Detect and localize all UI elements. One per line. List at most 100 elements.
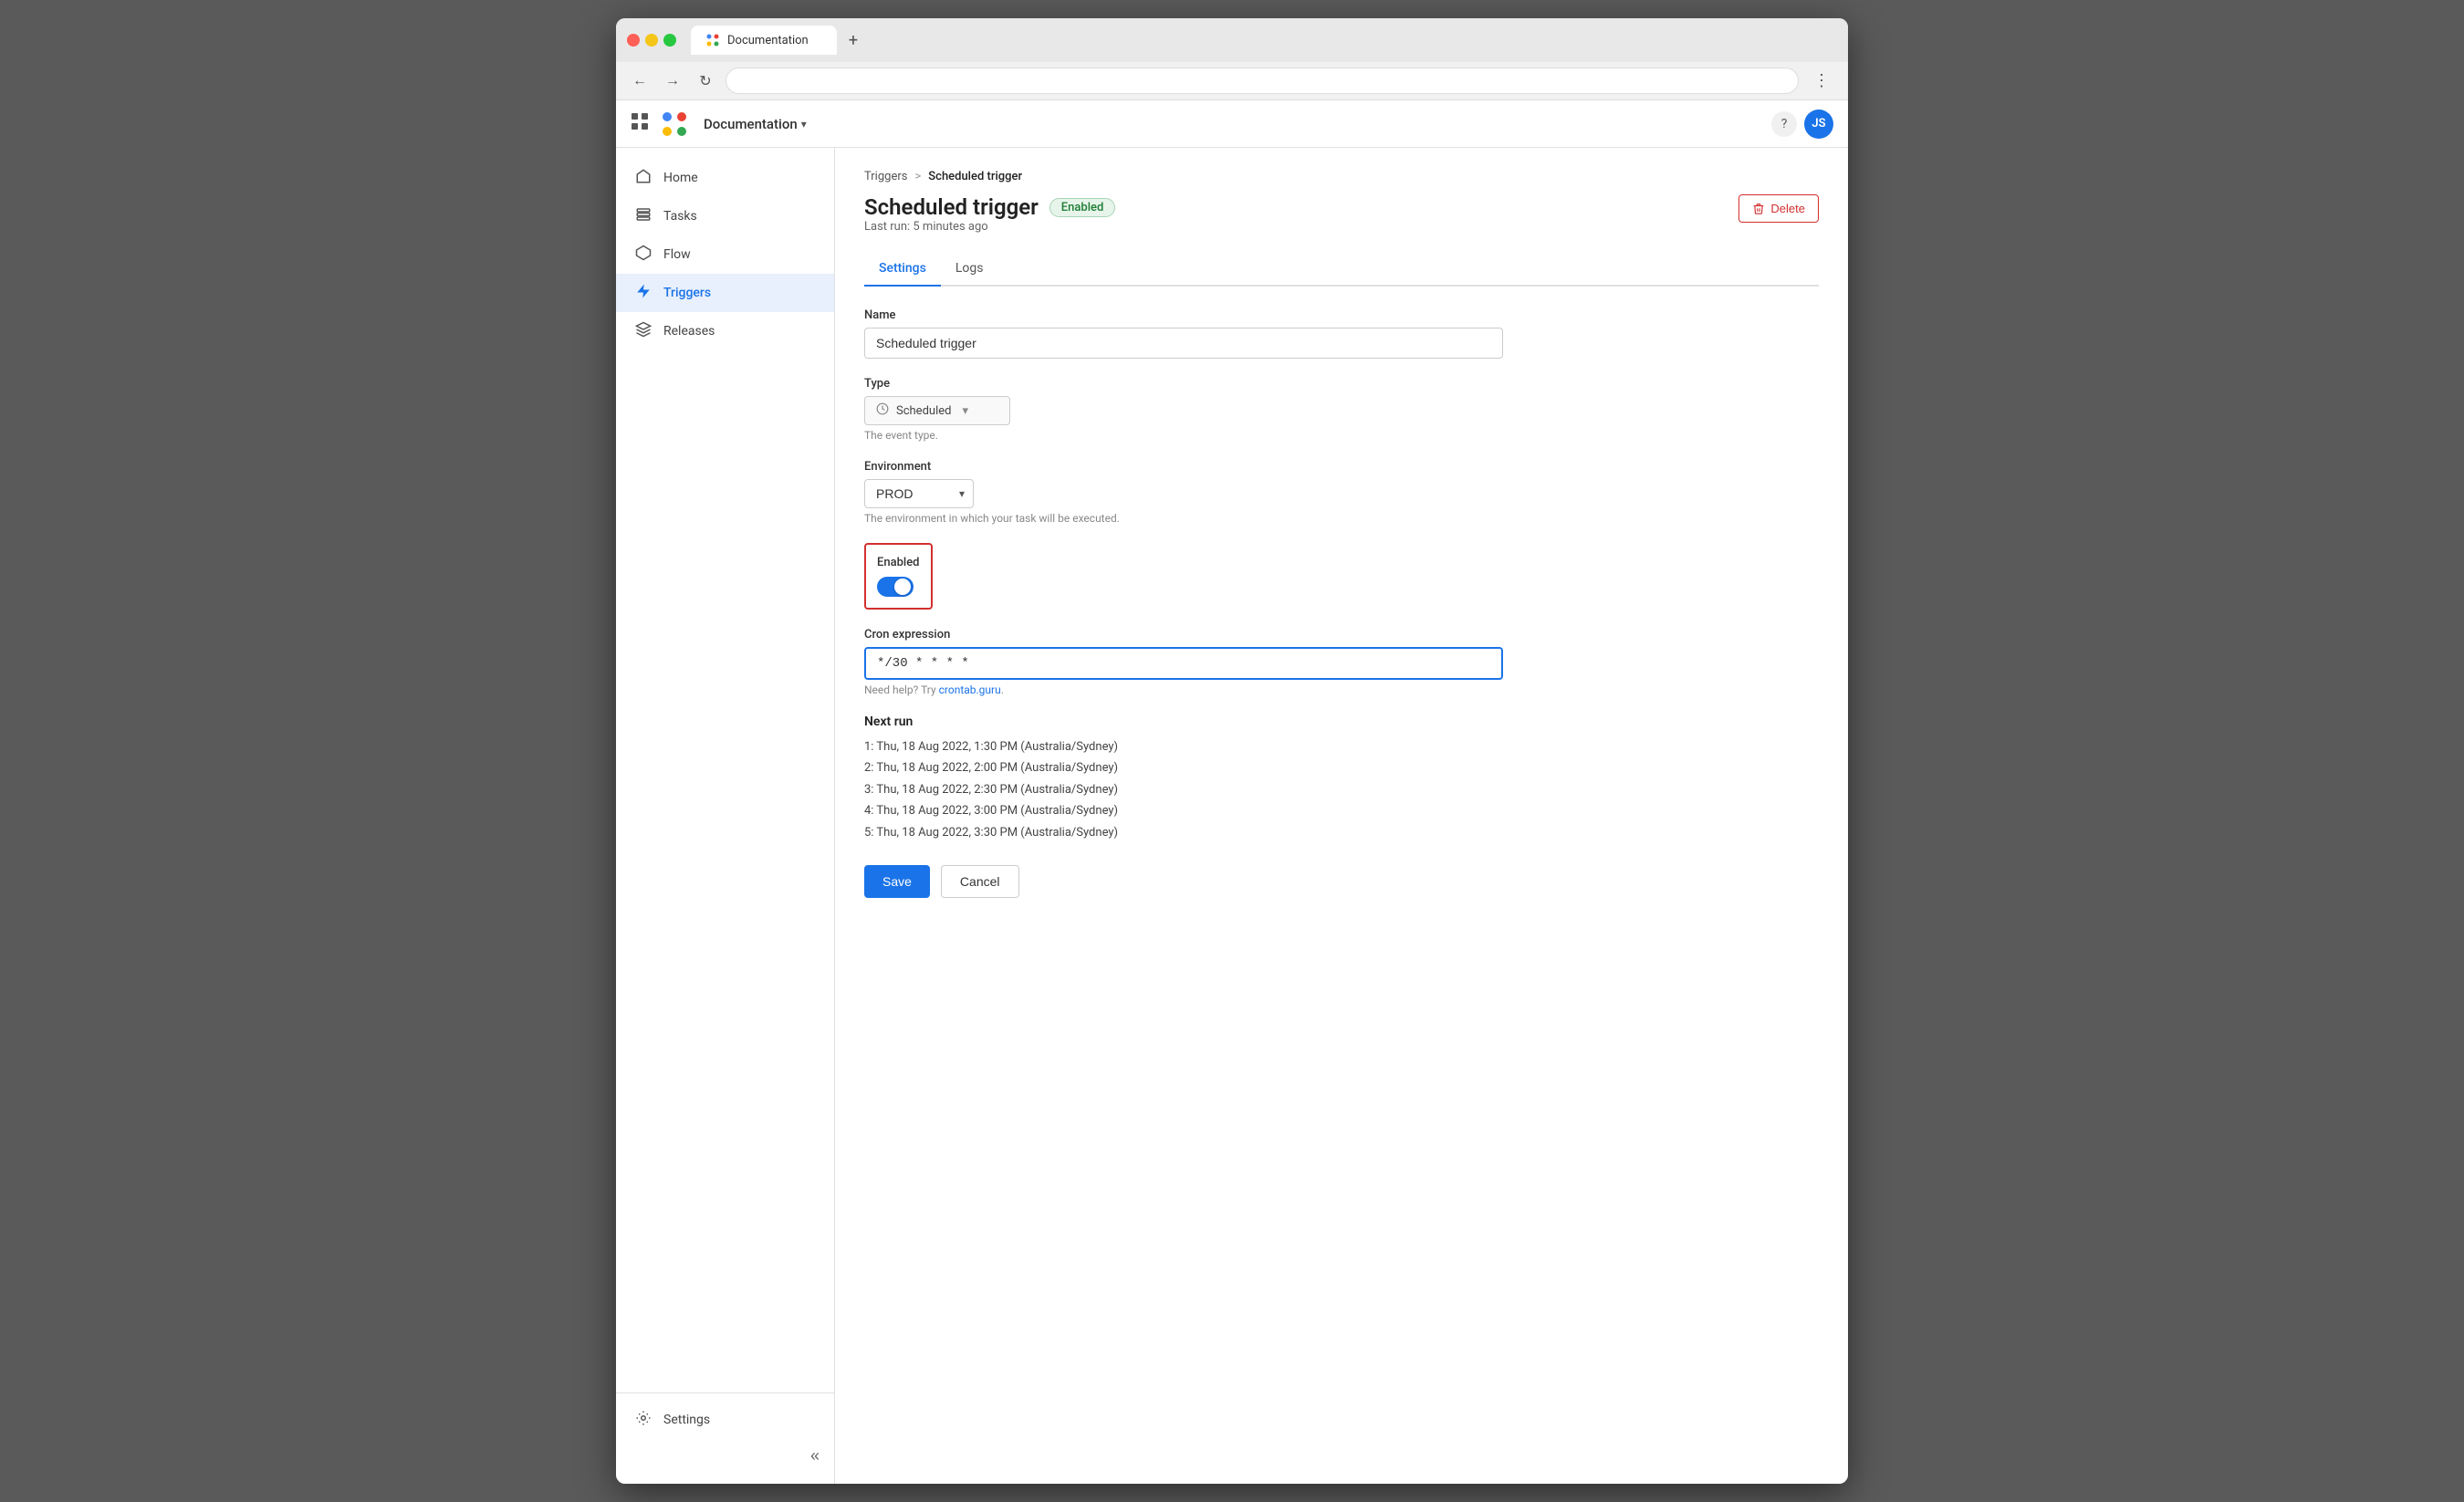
save-button[interactable]: Save bbox=[864, 865, 930, 898]
window-controls bbox=[627, 34, 676, 47]
maximize-button[interactable] bbox=[663, 34, 676, 47]
sidebar-bottom: Settings « bbox=[616, 1392, 834, 1473]
delete-icon bbox=[1752, 203, 1765, 215]
crontab-guru-link[interactable]: crontab.guru bbox=[939, 683, 1001, 696]
app-body: Home Tasks Flow bbox=[616, 148, 1848, 1484]
sidebar: Home Tasks Flow bbox=[616, 148, 835, 1484]
cron-input[interactable] bbox=[864, 647, 1503, 680]
breadcrumb-separator: > bbox=[914, 170, 921, 183]
collapse-button[interactable]: « bbox=[810, 1446, 820, 1465]
breadcrumb-triggers-link[interactable]: Triggers bbox=[864, 170, 907, 183]
environment-field-group: Environment PROD STAGING DEV The environ… bbox=[864, 460, 1819, 525]
environment-hint: The environment in which your task will … bbox=[864, 512, 1819, 525]
user-avatar[interactable]: JS bbox=[1804, 110, 1833, 139]
tab-favicon bbox=[705, 33, 720, 47]
sidebar-item-releases[interactable]: Releases bbox=[616, 312, 834, 350]
sidebar-tasks-label: Tasks bbox=[663, 209, 697, 224]
name-field-group: Name bbox=[864, 308, 1819, 359]
header-logo bbox=[660, 110, 689, 139]
cron-help: Need help? Try crontab.guru. bbox=[864, 683, 1819, 696]
tab-bar: Documentation + bbox=[691, 26, 866, 55]
main-content: Triggers > Scheduled trigger Scheduled t… bbox=[835, 148, 1848, 1484]
sidebar-releases-label: Releases bbox=[663, 324, 715, 339]
brand-dropdown-icon[interactable]: ▾ bbox=[801, 118, 807, 130]
next-run-list: 1: Thu, 18 Aug 2022, 1:30 PM (Australia/… bbox=[864, 736, 1819, 843]
sidebar-flow-label: Flow bbox=[663, 247, 691, 262]
next-run-item-2: 2: Thu, 18 Aug 2022, 2:00 PM (Australia/… bbox=[864, 757, 1819, 778]
tab-label: Documentation bbox=[727, 34, 809, 47]
type-dropdown[interactable]: Scheduled ▾ bbox=[864, 396, 1010, 425]
next-run-item-4: 4: Thu, 18 Aug 2022, 3:00 PM (Australia/… bbox=[864, 800, 1819, 821]
sidebar-item-triggers[interactable]: Triggers bbox=[616, 274, 834, 312]
page-header: Scheduled trigger Enabled Last run: 5 mi… bbox=[864, 194, 1819, 248]
enabled-label: Enabled bbox=[877, 556, 920, 569]
sidebar-item-home[interactable]: Home bbox=[616, 159, 834, 197]
breadcrumb: Triggers > Scheduled trigger bbox=[864, 170, 1819, 183]
environment-select-wrapper: PROD STAGING DEV bbox=[864, 479, 974, 508]
sidebar-home-label: Home bbox=[663, 171, 698, 185]
flow-icon bbox=[634, 245, 653, 265]
page-title-row: Scheduled trigger Enabled bbox=[864, 194, 1115, 220]
clock-icon bbox=[876, 402, 889, 419]
new-tab-button[interactable]: + bbox=[840, 27, 866, 53]
sidebar-triggers-label: Triggers bbox=[663, 286, 711, 300]
sidebar-item-settings[interactable]: Settings bbox=[616, 1401, 834, 1439]
name-input[interactable] bbox=[864, 328, 1503, 359]
cron-field-group: Cron expression Need help? Try crontab.g… bbox=[864, 628, 1819, 696]
title-bar: Documentation + bbox=[627, 26, 1837, 62]
app-header: Documentation ▾ ? JS bbox=[616, 100, 1848, 148]
brand-name[interactable]: Documentation bbox=[704, 116, 798, 132]
enabled-toggle[interactable] bbox=[877, 577, 914, 597]
status-badge: Enabled bbox=[1049, 198, 1116, 217]
help-button[interactable]: ? bbox=[1771, 111, 1797, 137]
refresh-button[interactable]: ↻ bbox=[693, 68, 718, 94]
type-field-group: Type Scheduled ▾ The event type. bbox=[864, 377, 1819, 442]
delete-button[interactable]: Delete bbox=[1738, 194, 1819, 223]
next-run-group: Next run 1: Thu, 18 Aug 2022, 1:30 PM (A… bbox=[864, 714, 1819, 843]
next-run-item-5: 5: Thu, 18 Aug 2022, 3:30 PM (Australia/… bbox=[864, 822, 1819, 843]
tabs-bar: Settings Logs bbox=[864, 252, 1819, 287]
browser-menu-button[interactable]: ⋮ bbox=[1806, 68, 1837, 94]
settings-icon bbox=[634, 1410, 653, 1430]
cancel-button[interactable]: Cancel bbox=[941, 865, 1019, 898]
apps-grid-icon[interactable] bbox=[631, 112, 649, 135]
home-icon bbox=[634, 168, 653, 188]
forward-button[interactable]: → bbox=[660, 68, 685, 94]
toggle-wrapper bbox=[877, 577, 920, 597]
address-bar[interactable] bbox=[726, 68, 1799, 94]
sidebar-item-tasks[interactable]: Tasks bbox=[616, 197, 834, 235]
next-run-title: Next run bbox=[864, 714, 1819, 729]
browser-chrome: Documentation + bbox=[616, 18, 1848, 62]
last-run-text: Last run: 5 minutes ago bbox=[864, 220, 1115, 234]
next-run-item-1: 1: Thu, 18 Aug 2022, 1:30 PM (Australia/… bbox=[864, 736, 1819, 757]
browser-window: Documentation + ← → ↻ ⋮ bbox=[616, 18, 1848, 1484]
close-button[interactable] bbox=[627, 34, 640, 47]
cron-label: Cron expression bbox=[864, 628, 1819, 641]
type-dropdown-icon: ▾ bbox=[962, 404, 968, 418]
type-value: Scheduled bbox=[896, 404, 951, 418]
type-label: Type bbox=[864, 377, 1819, 391]
sidebar-spacer bbox=[616, 350, 834, 1392]
delete-label: Delete bbox=[1770, 202, 1805, 215]
minimize-button[interactable] bbox=[645, 34, 658, 47]
next-run-item-3: 3: Thu, 18 Aug 2022, 2:30 PM (Australia/… bbox=[864, 779, 1819, 800]
sidebar-item-flow[interactable]: Flow bbox=[616, 235, 834, 274]
browser-tab[interactable]: Documentation bbox=[691, 26, 837, 55]
page-title: Scheduled trigger bbox=[864, 194, 1039, 220]
triggers-icon bbox=[634, 283, 653, 303]
releases-icon bbox=[634, 321, 653, 341]
form-actions: Save Cancel bbox=[864, 865, 1819, 898]
sidebar-settings-label: Settings bbox=[663, 1413, 710, 1427]
back-button[interactable]: ← bbox=[627, 68, 653, 94]
sidebar-collapse: « bbox=[616, 1439, 834, 1473]
tab-logs[interactable]: Logs bbox=[941, 252, 998, 287]
enabled-section: Enabled bbox=[864, 543, 933, 610]
tasks-icon bbox=[634, 206, 653, 226]
tab-settings[interactable]: Settings bbox=[864, 252, 941, 287]
type-hint: The event type. bbox=[864, 429, 1819, 442]
name-label: Name bbox=[864, 308, 1819, 322]
toggle-slider bbox=[877, 577, 914, 597]
browser-toolbar: ← → ↻ ⋮ bbox=[616, 62, 1848, 100]
environment-select[interactable]: PROD STAGING DEV bbox=[864, 479, 974, 508]
app-logo bbox=[660, 110, 689, 139]
